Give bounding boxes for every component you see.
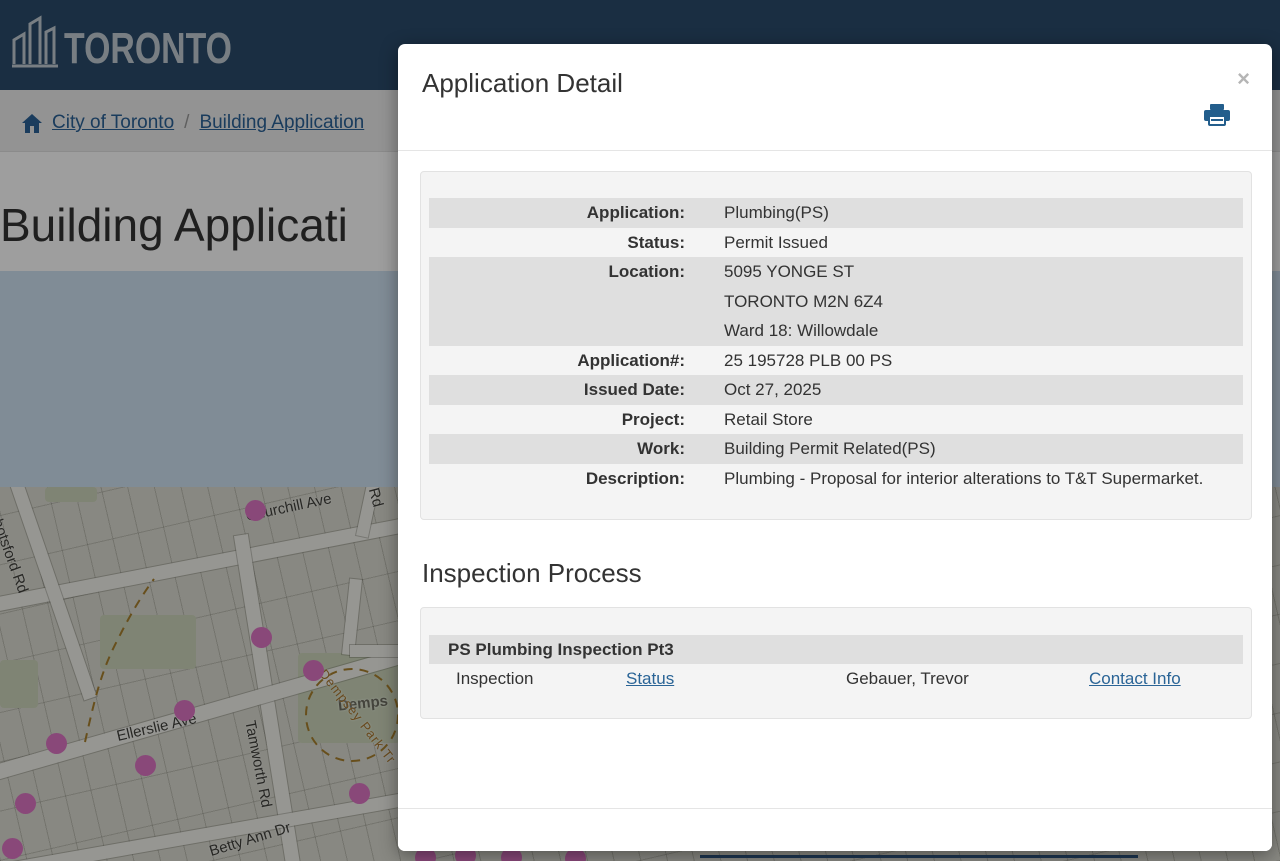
application-detail-modal: Application Detail × Application: Plumbi… [398,44,1272,851]
close-icon[interactable]: × [1237,68,1250,90]
detail-label: Project: [621,409,685,429]
detail-value: Plumbing(PS) [724,203,829,222]
detail-row: Application#: 25 195728 PLB 00 PS [429,346,1243,376]
detail-row: Issued Date: Oct 27, 2025 [429,375,1243,405]
modal-header: Application Detail × [398,44,1272,151]
detail-label: Description: [585,468,685,488]
detail-value: Building Permit Related(PS) [724,439,936,458]
detail-row: Status: Permit Issued [429,228,1243,258]
contact-info-link[interactable]: Contact Info [1089,669,1181,688]
detail-value: Retail Store [724,409,813,429]
detail-label: Application#: [577,350,685,370]
application-detail-table: Application: Plumbing(PS) Status: Permit… [420,171,1252,520]
inspector-name: Gebauer, Trevor [846,669,969,688]
inspection-group-title: PS Plumbing Inspection Pt3 [429,635,1243,664]
detail-value: 5095 YONGE ST TORONTO M2N 6Z4 Ward 18: W… [724,262,884,340]
detail-row: Project: Retail Store [429,405,1243,435]
detail-value: Permit Issued [724,232,828,252]
inspection-type: Inspection [456,669,534,688]
detail-value: Plumbing - Proposal for interior alterat… [724,468,1204,488]
detail-row: Work: Building Permit Related(PS) [429,434,1243,464]
page: TORONTO City of Toronto / Building Appli… [0,0,1280,861]
modal-title: Application Detail [422,68,623,98]
inspection-process-heading: Inspection Process [422,558,642,588]
inspection-panel: PS Plumbing Inspection Pt3 Inspection St… [420,607,1252,719]
detail-row: Application: Plumbing(PS) [429,198,1243,228]
inspection-row: Inspection Status Gebauer, Trevor Contac… [429,664,1243,693]
modal-footer [398,808,1272,851]
modal-body: Application: Plumbing(PS) Status: Permit… [398,151,1272,808]
detail-row: Description: Plumbing - Proposal for int… [429,464,1243,494]
detail-value: Oct 27, 2025 [724,380,822,399]
printer-icon[interactable] [1204,104,1230,131]
inspection-status-link[interactable]: Status [626,669,674,688]
detail-label: Location: [608,262,686,281]
detail-label: Issued Date: [583,380,685,399]
detail-value: 25 195728 PLB 00 PS [724,350,893,370]
detail-label: Application: [586,203,685,222]
detail-row: Location: 5095 YONGE ST TORONTO M2N 6Z4 … [429,257,1243,346]
detail-label: Work: [637,439,685,458]
detail-label: Status: [627,232,685,252]
